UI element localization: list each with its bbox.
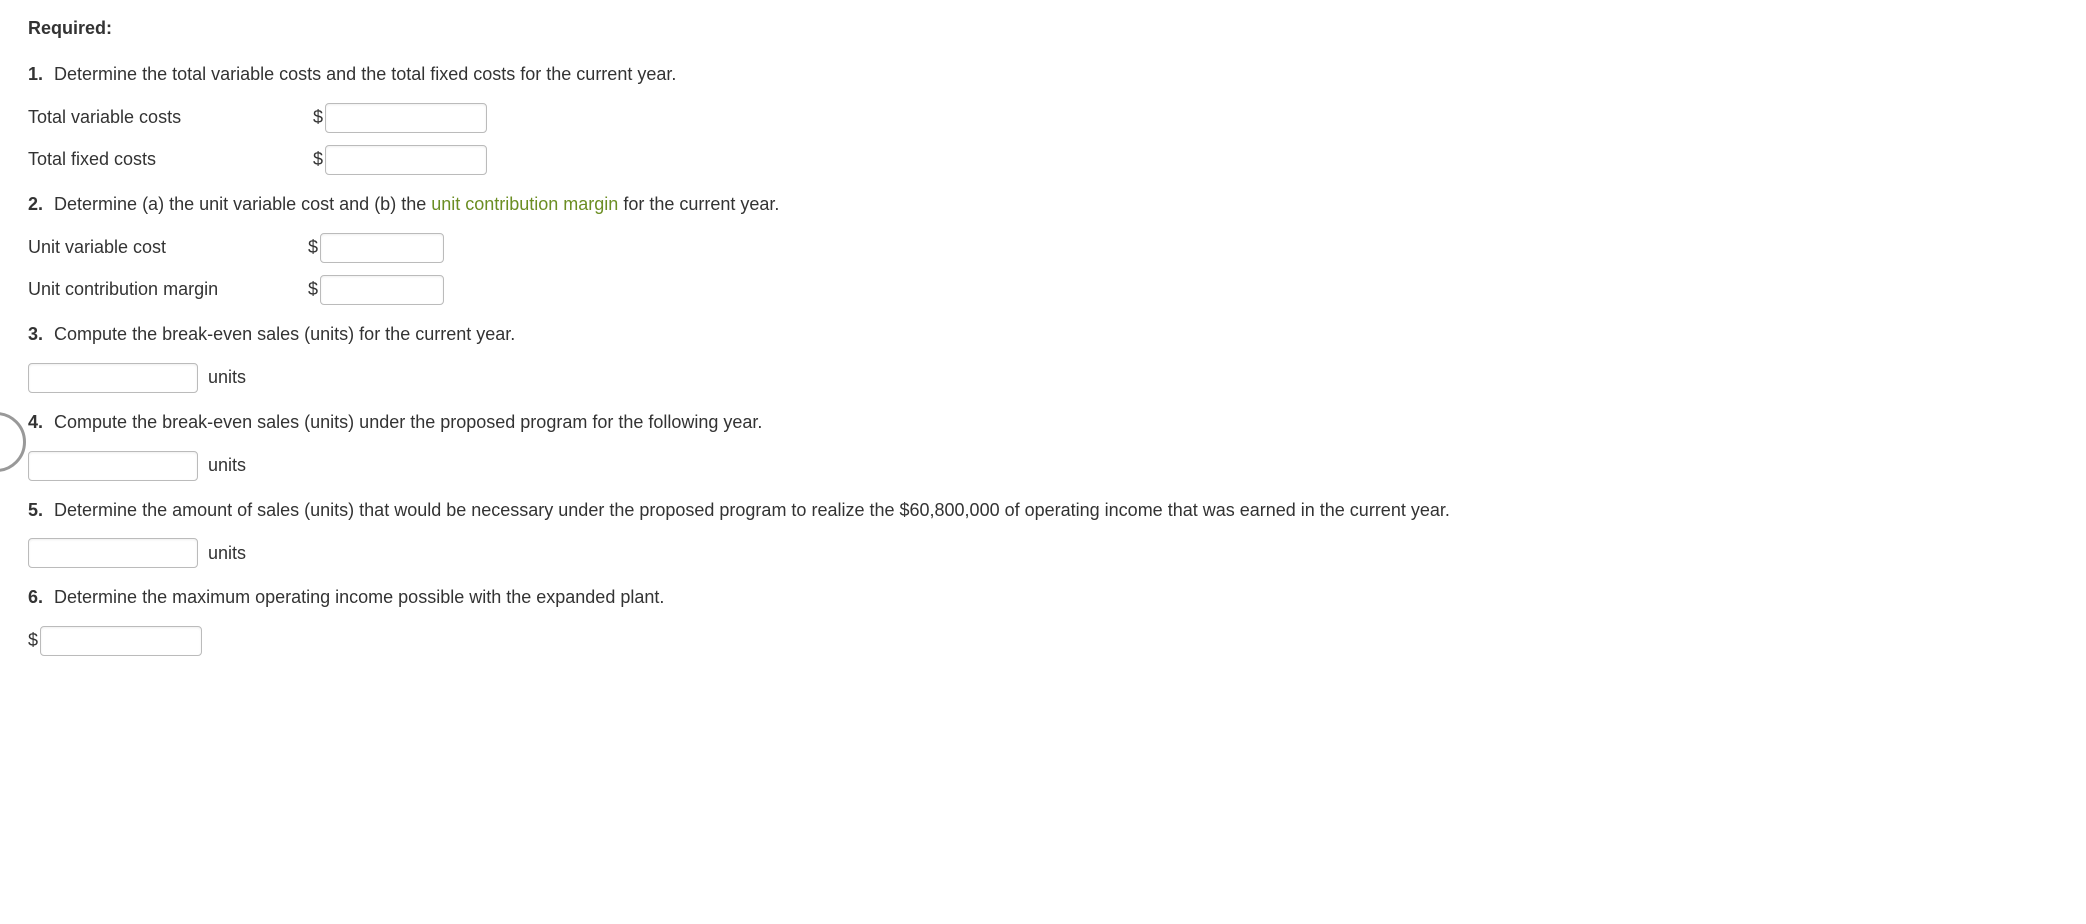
- question-6-number: 6.: [28, 587, 43, 607]
- q5-units-suffix: units: [208, 540, 246, 568]
- required-heading: Required:: [28, 18, 2058, 39]
- question-3: 3. Compute the break-even sales (units) …: [28, 321, 2058, 349]
- dollar-prefix: $: [308, 234, 318, 262]
- question-1-text: Determine the total variable costs and t…: [54, 64, 676, 84]
- q2-input-unit-variable-cost[interactable]: [320, 233, 444, 263]
- q2-label-unit-contribution-margin: Unit contribution margin: [28, 276, 308, 304]
- q2-input-unit-contribution-margin[interactable]: [320, 275, 444, 305]
- q6-answer-row: $: [28, 626, 2058, 656]
- q6-input-max-operating-income[interactable]: [40, 626, 202, 656]
- question-1-number: 1.: [28, 64, 43, 84]
- question-4-text: Compute the break-even sales (units) und…: [54, 412, 762, 432]
- question-5: 5. Determine the amount of sales (units)…: [28, 497, 2058, 525]
- q2-label-unit-variable-cost: Unit variable cost: [28, 234, 308, 262]
- q4-answer-row: units: [28, 451, 2058, 481]
- question-6: 6. Determine the maximum operating incom…: [28, 584, 2058, 612]
- q1-label-total-fixed-costs: Total fixed costs: [28, 146, 313, 174]
- question-4-number: 4.: [28, 412, 43, 432]
- q2-row-unit-contribution-margin: Unit contribution margin $: [28, 275, 2058, 305]
- q2-row-unit-variable-cost: Unit variable cost $: [28, 233, 2058, 263]
- q1-input-total-fixed-costs[interactable]: [325, 145, 487, 175]
- q1-row-total-fixed-costs: Total fixed costs $: [28, 145, 2058, 175]
- q5-input-sales-units[interactable]: [28, 538, 198, 568]
- q3-units-suffix: units: [208, 364, 246, 392]
- question-6-text: Determine the maximum operating income p…: [54, 587, 664, 607]
- q3-answer-row: units: [28, 363, 2058, 393]
- question-2-text-post: for the current year.: [618, 194, 779, 214]
- question-1: 1. Determine the total variable costs an…: [28, 61, 2058, 89]
- q4-input-breakeven-units[interactable]: [28, 451, 198, 481]
- decorative-edge-circle: [0, 412, 26, 472]
- question-2-text-pre: Determine (a) the unit variable cost and…: [54, 194, 431, 214]
- unit-contribution-margin-link[interactable]: unit contribution margin: [431, 194, 618, 214]
- dollar-prefix: $: [308, 276, 318, 304]
- question-3-number: 3.: [28, 324, 43, 344]
- question-3-text: Compute the break-even sales (units) for…: [54, 324, 515, 344]
- q1-label-total-variable-costs: Total variable costs: [28, 104, 313, 132]
- q5-answer-row: units: [28, 538, 2058, 568]
- q1-input-total-variable-costs[interactable]: [325, 103, 487, 133]
- question-5-number: 5.: [28, 500, 43, 520]
- dollar-prefix: $: [313, 146, 323, 174]
- question-2-number: 2.: [28, 194, 43, 214]
- q1-row-total-variable-costs: Total variable costs $: [28, 103, 2058, 133]
- q4-units-suffix: units: [208, 452, 246, 480]
- question-4: 4. Compute the break-even sales (units) …: [28, 409, 2058, 437]
- question-5-text: Determine the amount of sales (units) th…: [54, 500, 1450, 520]
- q3-input-breakeven-units[interactable]: [28, 363, 198, 393]
- question-2: 2. Determine (a) the unit variable cost …: [28, 191, 2058, 219]
- dollar-prefix: $: [313, 104, 323, 132]
- dollar-prefix: $: [28, 627, 38, 655]
